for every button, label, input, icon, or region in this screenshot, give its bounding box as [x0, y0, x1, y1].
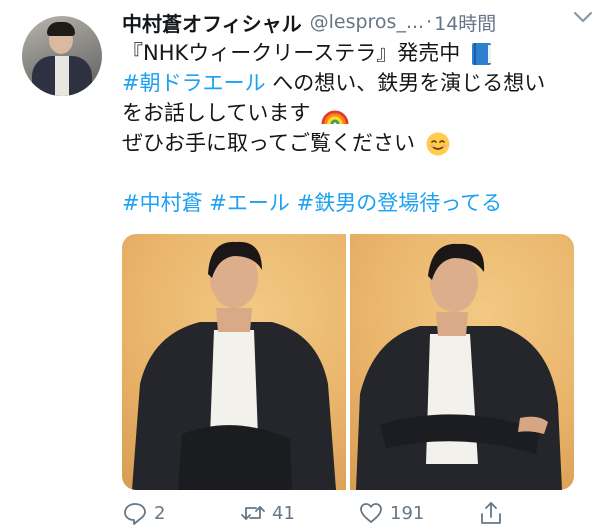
- smiling-face-emoji: [426, 132, 450, 156]
- tweet-body: 『NHKウィークリーステラ』発売中 #朝ドラエール への想い、鉄男を演じる想い …: [122, 38, 582, 218]
- photo-2[interactable]: [350, 234, 574, 490]
- avatar-shirt: [55, 56, 69, 96]
- media-gallery: [122, 234, 574, 490]
- chevron-down-icon[interactable]: [572, 8, 594, 26]
- share-icon: [481, 502, 501, 524]
- like-button[interactable]: 191: [358, 500, 424, 526]
- tweet-header: 中村蒼オフィシャル @lespros_... · 14時間: [122, 6, 584, 38]
- reply-button[interactable]: 2: [122, 500, 165, 526]
- display-name[interactable]: 中村蒼オフィシャル: [122, 8, 302, 37]
- avatar[interactable]: [22, 16, 102, 96]
- tweet-line-2: #朝ドラエール への想い、鉄男を演じる想い: [122, 68, 582, 98]
- share-button[interactable]: [478, 500, 504, 526]
- meta-separator: ·: [426, 11, 433, 33]
- hashtag-link[interactable]: #エール: [209, 191, 290, 215]
- tweet-text-line-1: 『NHKウィークリーステラ』発売中: [122, 41, 461, 65]
- tweet-actions: 2 41 191: [122, 500, 582, 532]
- tweet-timestamp[interactable]: 14時間: [434, 9, 496, 36]
- hashtag-link[interactable]: #朝ドラエール: [122, 71, 266, 95]
- reply-icon: [124, 503, 146, 525]
- rainbow-emoji: [321, 110, 349, 125]
- retweet-count: 41: [272, 502, 295, 524]
- hashtag-link[interactable]: #鉄男の登場待ってる: [297, 191, 503, 215]
- retweet-icon: [241, 506, 265, 520]
- tweet-line-4: ぜひお手に取ってご覧ください: [122, 128, 582, 158]
- heart-icon: [360, 503, 382, 523]
- tweet-text-line-2: への想い、鉄男を演じる想い: [272, 71, 546, 95]
- tweet-line-3: をお話ししています: [122, 98, 582, 128]
- reply-count: 2: [154, 502, 166, 524]
- photo-1-illustration: [132, 241, 336, 490]
- tweet-line-1: 『NHKウィークリーステラ』発売中: [122, 38, 582, 68]
- retweet-button[interactable]: 41: [240, 500, 295, 526]
- photo-2-illustration: [356, 243, 562, 490]
- user-handle[interactable]: @lespros_...: [310, 11, 424, 33]
- tweet-text-line-3: をお話ししています: [122, 101, 311, 125]
- tweet-hashtags: #中村蒼 #エール #鉄男の登場待ってる: [122, 188, 582, 218]
- tweet-spacer: [122, 158, 582, 188]
- hashtag-link[interactable]: #中村蒼: [122, 191, 203, 215]
- blue-book-emoji: [471, 43, 491, 65]
- avatar-hair: [47, 22, 75, 36]
- tweet-text-line-4: ぜひお手に取ってご覧ください: [122, 131, 415, 155]
- like-count: 191: [390, 502, 425, 524]
- photo-1[interactable]: [122, 234, 346, 490]
